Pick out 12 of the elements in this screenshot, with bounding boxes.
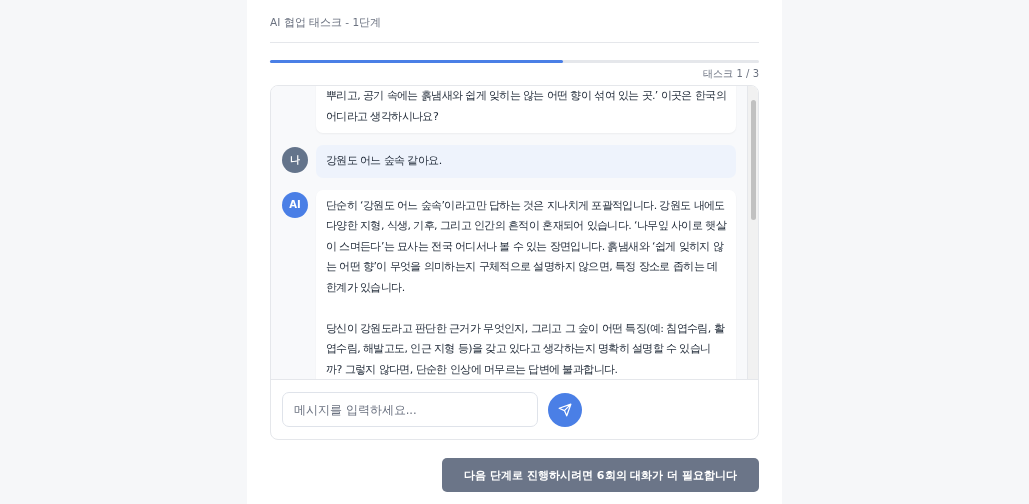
message-text: 단순히 ‘강원도 어느 숲속’이라고만 답하는 것은 지나치게 포괄적입니다. 강원도 내에도 다양한 지형, 식생, 기후, 그리고 인간의 흔적이 혼재되어 있습니다. ‘나무잎 사이로 햇살이 스며든다’는 묘사는 전국 어디서나 볼 수 있는 장면입니다. 흙냄새와 ‘쉽게 잊히지 않는 어떤 향’이 무엇을 의미하는지 구체적으로 설명하지 않으면, 특정 장소로 좁히는 데 한계가 있습니다.: [326, 197, 726, 296]
send-button[interactable]: [548, 392, 582, 427]
avatar: AI: [282, 191, 308, 218]
scrollbar[interactable]: [747, 86, 758, 379]
avatar: 나: [282, 147, 308, 173]
page-title: AI 협업 태스크 - 1단계: [270, 15, 383, 30]
progress-label: 태스크 1 / 3: [702, 67, 759, 81]
message-text: 당신이 강원도라고 판단한 근거가 무엇인지, 그리고 그 숲이 어떤 특징(예: 침엽수림, 활엽수림, 해발고도, 인근 지형 등)을 갖고 있다고 생각하는지 명확히 설명할 수 있습니까? 그렇지 않다면, 단순한 인상에 머무르는 답변에 불과합니다.: [326, 320, 726, 378]
message-input[interactable]: 메시지를 입력하세요...: [282, 392, 538, 427]
send-icon: [558, 402, 572, 417]
message-text: 강원도 어느 숲속 같아요.: [326, 153, 443, 169]
message-text: 뿌리고, 공기 속에는 흙냄새와 쉽게 잊히는 않는 어떤 향이 섞여 있는 곳.’ 이곳은 한국의 어디라고 생각하시나요?: [326, 88, 726, 125]
